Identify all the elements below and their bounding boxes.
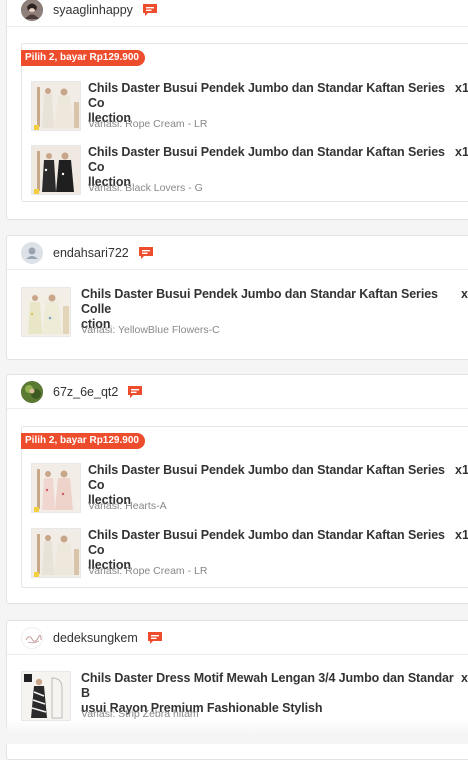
item-quantity: x1 [455, 145, 468, 159]
product-title-line: Chils Daster Busui Pendek Jumbo dan Stan… [88, 463, 445, 492]
product-thumbnail[interactable] [31, 81, 81, 131]
order-header: 67z_6e_qt2 [7, 375, 468, 409]
order-card: endahsari722 Chils Daster Busui Pendek J… [6, 235, 468, 360]
item-quantity: x [461, 287, 468, 301]
product-thumbnail[interactable] [21, 287, 71, 337]
username[interactable]: endahsari722 [53, 246, 129, 260]
item-variant: Variasi: Rope Cream - LR [88, 118, 208, 130]
item-quantity: x1 [455, 528, 468, 542]
chat-icon[interactable] [138, 246, 154, 260]
item-quantity: x [461, 671, 468, 685]
order-card: 67z_6e_qt2 Pilih 2, bayar Rp129.900 Chil… [6, 374, 468, 604]
item-variant: Variasi: Strip Zebra hitam [81, 708, 199, 720]
item-variant: Variasi: Hearts-A [88, 500, 167, 512]
chat-icon[interactable] [147, 631, 163, 645]
user-avatar[interactable] [21, 380, 43, 403]
username[interactable]: 67z_6e_qt2 [53, 385, 118, 399]
order-item[interactable]: Chils Daster Dress Motif Mewah Lengan 3/… [21, 671, 468, 727]
chat-icon[interactable] [127, 385, 143, 399]
item-quantity: x1 [455, 463, 468, 477]
order-item[interactable]: Chils Daster Busui Pendek Jumbo dan Stan… [22, 528, 468, 584]
user-avatar[interactable] [21, 0, 43, 21]
default-user-avatar[interactable] [21, 241, 43, 264]
item-variant: Variasi: YellowBlue Flowers-C [81, 324, 220, 336]
username[interactable]: dedeksungkem [53, 631, 138, 645]
order-header: syaaglinhappy [7, 0, 468, 27]
order-header: endahsari722 [7, 236, 468, 270]
bundle-deal-badge: Pilih 2, bayar Rp129.900 [21, 433, 145, 449]
item-quantity: x1 [455, 81, 468, 95]
product-thumbnail[interactable] [31, 463, 81, 513]
product-title-line: Chils Daster Busui Pendek Jumbo dan Stan… [88, 145, 445, 174]
bundle-deal-badge: Pilih 2, bayar Rp129.900 [21, 50, 145, 66]
product-thumbnail[interactable] [21, 671, 71, 721]
chat-icon[interactable] [142, 3, 158, 17]
username[interactable]: syaaglinhappy [53, 3, 133, 17]
order-item[interactable]: Chils Daster Busui Pendek Jumbo dan Stan… [22, 81, 468, 137]
order-item[interactable]: Chils Daster Busui Pendek Jumbo dan Stan… [21, 287, 468, 343]
order-header: dedeksungkem [7, 621, 468, 655]
product-title-line: Chils Daster Busui Pendek Jumbo dan Stan… [81, 287, 438, 316]
item-variant: Variasi: Black Lovers - G [88, 182, 203, 194]
product-title-line: Chils Daster Dress Motif Mewah Lengan 3/… [81, 671, 454, 700]
user-avatar[interactable] [21, 626, 43, 649]
product-title-line: Chils Daster Busui Pendek Jumbo dan Stan… [88, 81, 445, 110]
bundle-group: Pilih 2, bayar Rp129.900 Chils Daster Bu… [21, 426, 468, 588]
order-item[interactable]: Chils Daster Busui Pendek Jumbo dan Stan… [22, 463, 468, 519]
product-thumbnail[interactable] [31, 528, 81, 578]
product-thumbnail[interactable] [31, 145, 81, 195]
order-card: syaaglinhappy Pilih 2, bayar Rp129.900 C… [6, 0, 468, 220]
bundle-group: Pilih 2, bayar Rp129.900 Chils Daster Bu… [21, 43, 468, 202]
order-item[interactable]: Chils Daster Busui Pendek Jumbo dan Stan… [22, 145, 468, 201]
product-title-line: Chils Daster Busui Pendek Jumbo dan Stan… [88, 528, 445, 557]
scroll-fade [0, 720, 468, 744]
item-variant: Variasi: Rope Cream - LR [88, 565, 208, 577]
